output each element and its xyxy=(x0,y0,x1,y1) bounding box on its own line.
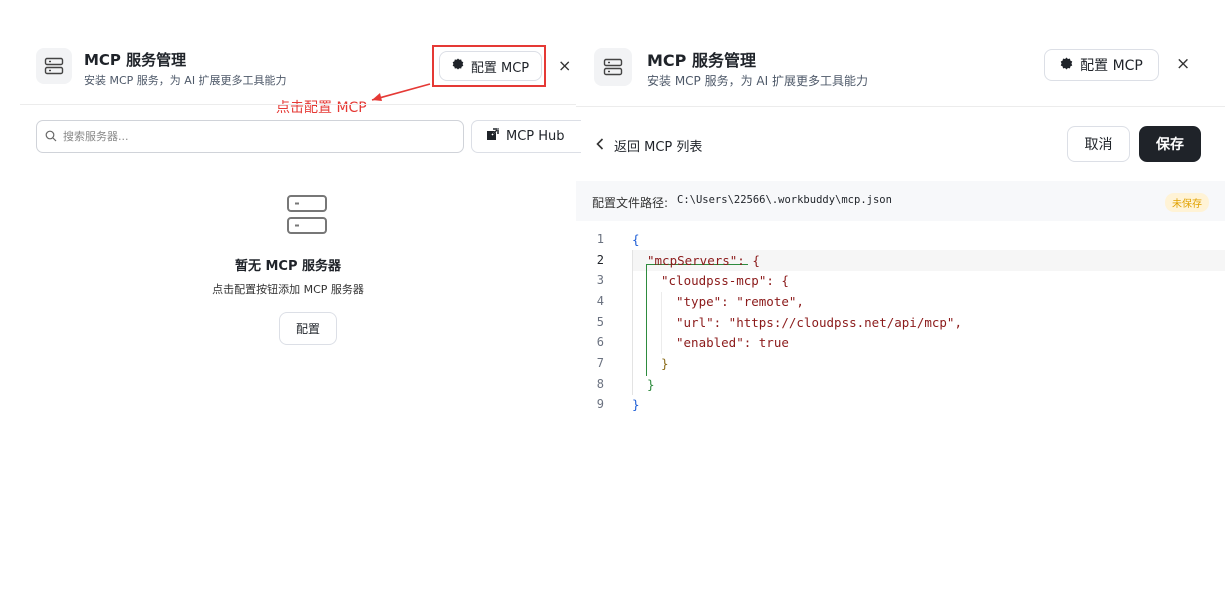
cancel-button[interactable]: 取消 xyxy=(1067,126,1130,162)
search-icon xyxy=(45,127,57,146)
panel-title: MCP 服务管理 xyxy=(84,51,187,69)
line-number: 8 xyxy=(596,377,604,391)
line-number: 9 xyxy=(596,397,604,411)
search-input[interactable] xyxy=(63,130,443,143)
line-number: 5 xyxy=(596,315,604,329)
code-line: { xyxy=(632,232,640,247)
code-line: } xyxy=(647,377,655,392)
back-label: 返回 MCP 列表 xyxy=(614,140,703,155)
mcp-panel-editor-view: MCP 服务管理 安装 MCP 服务，为 AI 扩展更多工具能力 配置 MCP … xyxy=(576,0,1225,597)
close-icon[interactable]: × xyxy=(558,58,571,74)
config-path-bar: 配置文件路径: C:\Users\22566\.workbuddy\mcp.js… xyxy=(576,181,1225,221)
header-divider xyxy=(20,104,576,105)
search-field[interactable] xyxy=(36,120,464,153)
line-number: 1 xyxy=(596,232,604,246)
configure-mcp-button[interactable]: 配置 MCP xyxy=(1044,49,1159,81)
close-icon[interactable]: × xyxy=(1176,56,1190,73)
line-number: 7 xyxy=(596,356,604,370)
server-icon xyxy=(594,48,632,86)
mcp-hub-label: MCP Hub xyxy=(506,129,565,144)
code-line: "url": "https://cloudpss.net/api/mcp", xyxy=(676,315,962,330)
server-icon xyxy=(286,194,330,240)
external-link-icon xyxy=(486,128,499,145)
config-path-value: C:\Users\22566\.workbuddy\mcp.json xyxy=(677,194,892,206)
mcp-hub-button[interactable]: MCP Hub xyxy=(471,120,581,153)
empty-state-title: 暂无 MCP 服务器 xyxy=(234,259,342,274)
save-button[interactable]: 保存 xyxy=(1139,126,1201,162)
line-number: 6 xyxy=(596,335,604,349)
code-line: } xyxy=(632,397,640,412)
empty-state-subtitle: 点击配置按钮添加 MCP 服务器 xyxy=(212,283,364,296)
code-line: "mcpServers": { xyxy=(647,253,760,268)
panel-subtitle: 安装 MCP 服务，为 AI 扩展更多工具能力 xyxy=(84,74,287,87)
annotation-arrow xyxy=(371,83,431,101)
annotation-text: 点击配置 MCP xyxy=(276,100,367,116)
unsaved-badge: 未保存 xyxy=(1165,193,1209,212)
line-number: 4 xyxy=(596,294,604,308)
code-line: "enabled": true xyxy=(676,335,789,350)
json-code-editor[interactable]: 1 2 3 4 5 6 7 8 9 { "mcpServers": { "clo… xyxy=(576,222,1225,422)
configure-mcp-label: 配置 MCP xyxy=(1080,58,1143,74)
code-line: "cloudpss-mcp": { xyxy=(661,273,789,288)
chevron-left-icon xyxy=(596,137,604,154)
back-to-list-link[interactable]: 返回 MCP 列表 xyxy=(596,136,702,155)
config-path-label: 配置文件路径: xyxy=(592,196,669,210)
code-line: "type": "remote", xyxy=(676,294,804,309)
line-number: 3 xyxy=(596,273,604,287)
panel-title: MCP 服务管理 xyxy=(647,51,756,70)
line-number: 2 xyxy=(596,253,604,267)
gear-icon xyxy=(1060,57,1073,74)
code-line: } xyxy=(661,356,669,371)
server-icon xyxy=(36,48,72,84)
panel-subtitle: 安装 MCP 服务，为 AI 扩展更多工具能力 xyxy=(647,74,868,88)
indent-guide xyxy=(632,250,633,395)
bracket-match-guide xyxy=(646,264,647,376)
header-divider xyxy=(576,106,1225,107)
configure-button[interactable]: 配置 xyxy=(279,312,337,345)
indent-guide xyxy=(661,292,662,354)
mcp-panel-list-view: MCP 服务管理 安装 MCP 服务，为 AI 扩展更多工具能力 配置 MCP … xyxy=(20,30,581,450)
